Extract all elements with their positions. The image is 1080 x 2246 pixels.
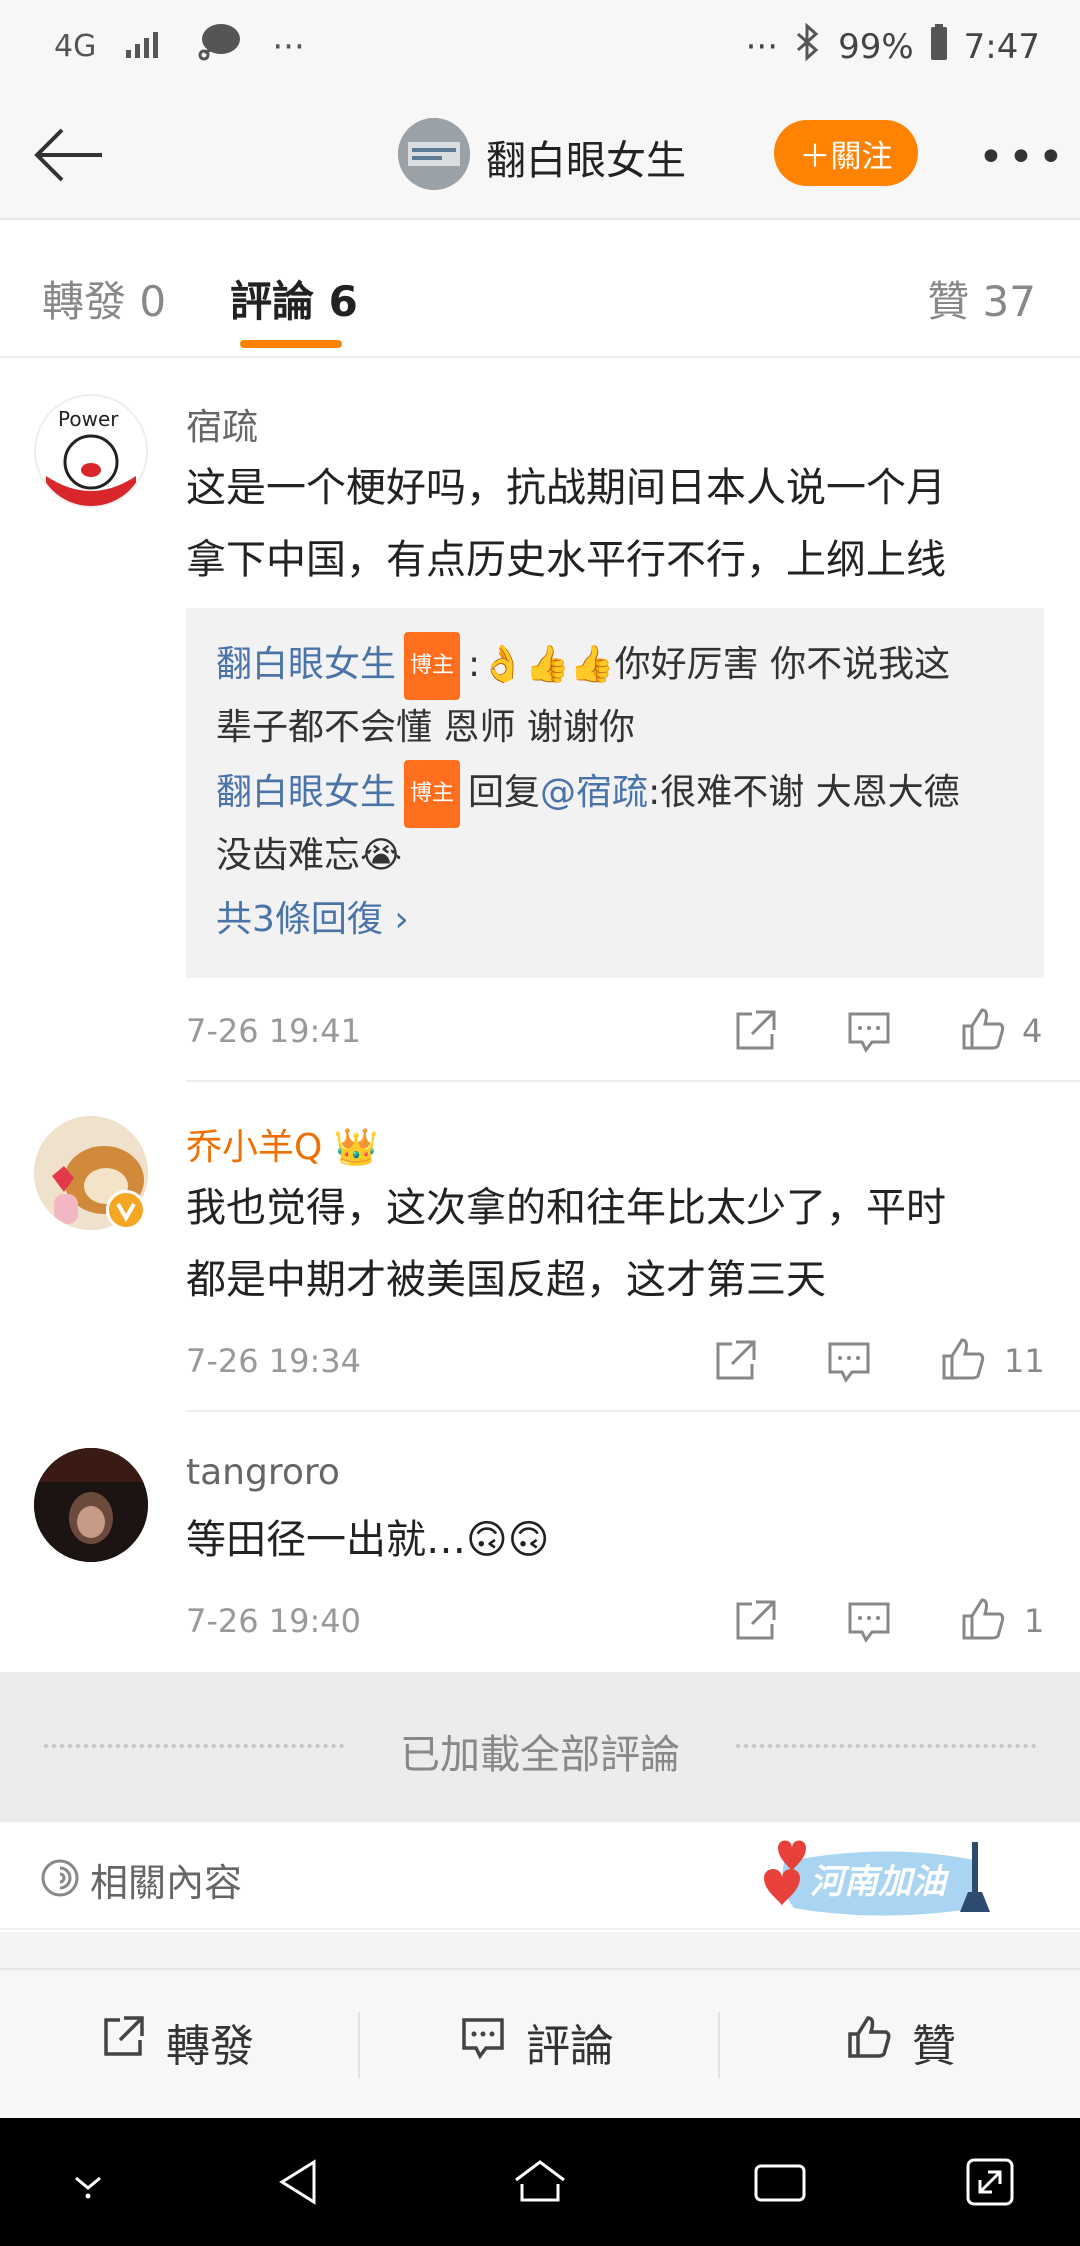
comment-label: 評論 [526,2021,614,2072]
status-more-left: ··· [272,26,305,67]
like-icon [844,2012,894,2073]
more-options-icon[interactable]: ••• [978,132,1068,183]
reply-text-cont: 没齿难忘😭 [216,835,403,876]
banner-text: 河南加油 [810,1862,946,1902]
like-icon[interactable] [938,1334,988,1384]
network-indicator: 4G [54,29,97,64]
comment-username[interactable]: 乔小羊Q 👑 [186,1118,379,1170]
system-nav-bar [0,2118,1080,2246]
reply-text-cont: 辈子都不会懂 恩师 谢谢你 [216,707,635,748]
battery-icon [930,24,948,69]
view-all-replies-link[interactable]: 共3條回復 › [216,890,409,942]
comment-icon[interactable] [844,1006,894,1056]
author-badge: 博主 [404,760,461,828]
bluetooth-icon [794,22,822,71]
comment-text-line: 都是中期才被美国反超，这才第三天 [186,1257,826,1303]
verified-badge-icon [106,1190,146,1230]
reply-text: :👌👍👍你好厉害 你不说我这 [468,644,951,685]
comment-text-line: 这是一个梗好吗，抗战期间日本人说一个月 [186,465,946,511]
comment-icon[interactable] [844,1596,894,1646]
reply-item: 翻白眼女生 博主 回复@宿疏:很难不谢 大恩大德 [216,760,960,828]
author-avatar[interactable] [398,118,470,190]
hide-keyboard-icon[interactable] [58,2152,118,2212]
reply-username[interactable]: 翻白眼女生 [216,772,396,813]
comment-text-line: 拿下中国，有点历史水平行不行，上纲上线 [186,537,946,583]
end-of-comments-banner: 已加載全部評論 [0,1672,1080,1822]
recents-icon[interactable] [750,2152,810,2212]
comment-timestamp: 7-26 19:34 [186,1342,362,1380]
username-text: 乔小羊Q [186,1127,323,1168]
repost-label: 轉發 [166,2021,254,2072]
comment-timestamp: 7-26 19:41 [186,1012,362,1050]
spacer [0,1932,1080,1968]
avatar[interactable] [34,1448,148,1562]
active-tab-indicator [240,340,342,348]
back-icon[interactable] [270,2152,330,2212]
svg-text:Power: Power [58,407,119,431]
comment-button[interactable]: 評論 [458,2010,614,2074]
vip-crown-icon: 👑 [333,1127,379,1168]
comment-username[interactable]: 宿疏 [186,398,258,450]
comment-icon [458,2012,508,2073]
top-app-bar: 翻白眼女生 ＋關注 ••• [0,92,1080,220]
status-bar: 4G ··· ··· 99% 7:47 [0,0,1080,92]
reply-preview-box[interactable]: 翻白眼女生 博主:👌👍👍你好厉害 你不说我这 辈子都不会懂 恩师 谢谢你 翻白眼女… [186,608,1044,978]
related-label: 相關內容 [90,1861,243,1905]
avatar[interactable]: Power [34,394,148,508]
like-count: 1 [1024,1602,1045,1640]
divider [358,2012,360,2078]
clock: 7:47 [963,26,1040,67]
comment-icon[interactable] [824,1336,874,1386]
reply-text: :很难不谢 大恩大德 [648,772,960,813]
follow-button[interactable]: ＋關注 [774,120,918,186]
like-button[interactable]: 贊 [844,2010,956,2074]
share-icon[interactable] [730,1006,780,1056]
divider [186,1080,1080,1082]
loaded-all-text: 已加載全部評論 [400,1732,680,1778]
tab-comments[interactable]: 評論 6 [230,268,358,329]
repost-icon [98,2012,148,2073]
henan-banner[interactable]: 河南加油 [764,1832,1004,1924]
comment-tabs: 轉發 0 評論 6 贊 37 [0,228,1080,358]
comment-username[interactable]: tangroro [186,1452,340,1493]
related-content-bar[interactable]: 相關內容 河南加油 [0,1822,1080,1930]
comment-text-line: 等田径一出就…🙃🙃 [186,1517,550,1563]
like-label: 贊 [912,2021,956,2072]
author-badge: 博主 [404,632,461,700]
like-icon[interactable] [958,1004,1008,1054]
share-icon[interactable] [710,1336,760,1386]
status-more-right: ··· [745,26,779,67]
reply-username[interactable]: 翻白眼女生 [216,644,396,685]
mention-link[interactable]: @宿疏 [540,772,648,813]
bottom-action-bar: 轉發 評論 贊 [0,1968,1080,2118]
divider [718,2012,720,2078]
author-name[interactable]: 翻白眼女生 [486,128,686,186]
related-icon [40,1858,80,1898]
fullscreen-icon[interactable] [960,2152,1020,2212]
tab-reposts[interactable]: 轉發 0 [42,268,166,329]
back-arrow-icon[interactable] [30,120,110,190]
reply-prefix: 回复 [468,772,541,813]
battery-level: 99% [838,26,914,67]
home-icon[interactable] [510,2152,570,2212]
like-count: 4 [1022,1012,1043,1050]
reply-item: 翻白眼女生 博主:👌👍👍你好厉害 你不说我这 [216,632,950,700]
tab-likes[interactable]: 贊 37 [927,268,1036,329]
comment-text-line: 我也觉得，这次拿的和往年比太少了，平时 [186,1185,946,1231]
divider [186,1410,1080,1412]
message-icon [196,22,242,71]
share-icon[interactable] [730,1596,780,1646]
repost-button[interactable]: 轉發 [98,2010,254,2074]
like-icon[interactable] [958,1594,1008,1644]
comment-timestamp: 7-26 19:40 [186,1602,362,1640]
dotted-divider [736,1744,1036,1748]
like-count: 11 [1004,1342,1045,1380]
signal-icon [126,27,166,67]
